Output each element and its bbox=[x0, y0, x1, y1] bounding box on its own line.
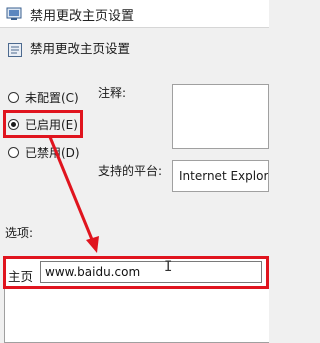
radio-not-configured-indicator[interactable] bbox=[8, 91, 19, 103]
comment-textarea[interactable] bbox=[172, 84, 269, 149]
radio-disabled[interactable]: 已禁用(D) bbox=[8, 141, 80, 163]
policy-settings-icon bbox=[6, 6, 22, 25]
platform-box: Internet Explore bbox=[172, 160, 269, 192]
window-titlebar: 禁用更改主页设置 bbox=[0, 0, 269, 28]
radio-not-configured[interactable]: 未配置(C) bbox=[8, 86, 79, 108]
platform-label: 支持的平台: bbox=[98, 164, 163, 178]
highlight-homepage-box bbox=[3, 256, 269, 289]
comment-label: 注释: bbox=[98, 86, 127, 100]
options-label: 选项: bbox=[5, 226, 34, 240]
highlight-enabled-box bbox=[3, 110, 83, 138]
platform-value: Internet Explore bbox=[179, 169, 269, 183]
radio-not-configured-label: 未配置(C) bbox=[25, 90, 79, 105]
setting-title: 禁用更改主页设置 bbox=[30, 41, 131, 56]
setting-icon bbox=[7, 42, 23, 61]
window-title: 禁用更改主页设置 bbox=[30, 9, 135, 24]
radio-disabled-label: 已禁用(D) bbox=[25, 145, 80, 160]
radio-disabled-indicator[interactable] bbox=[8, 146, 19, 158]
